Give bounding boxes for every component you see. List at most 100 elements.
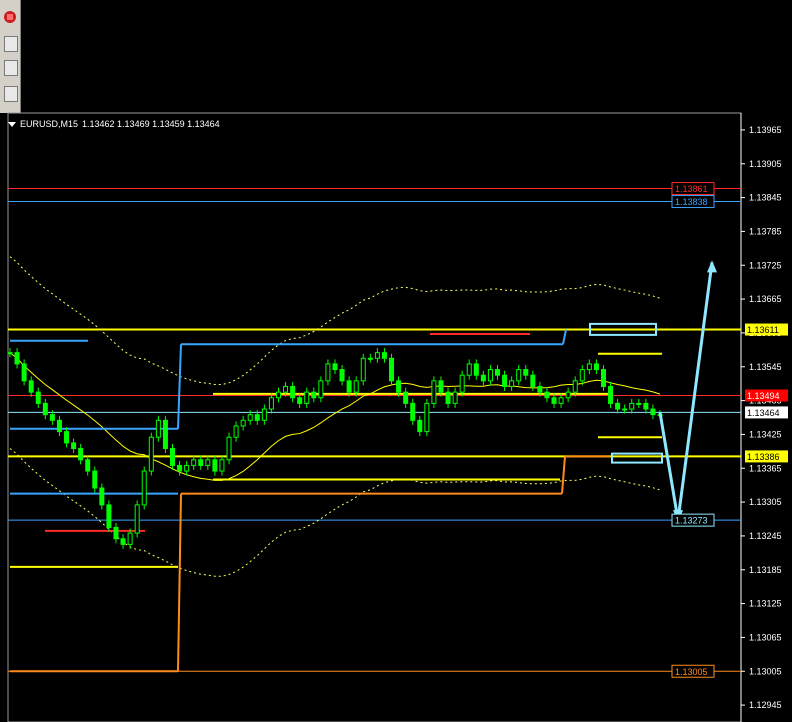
candle-body: [290, 385, 296, 399]
candle-body: [332, 363, 338, 371]
price-label-text: 1.13611: [747, 325, 779, 335]
candle-body: [586, 363, 592, 371]
candle-body: [325, 363, 331, 382]
tick-label: 1.13305: [749, 497, 782, 507]
candle-body: [184, 464, 190, 472]
candle-body: [318, 380, 324, 399]
candle-body: [360, 357, 366, 382]
candle-body: [600, 369, 606, 387]
plot-frame: [7, 112, 742, 722]
candle-body: [56, 419, 62, 433]
candle-body: [191, 459, 197, 466]
candle-body: [495, 369, 500, 376]
tick-label: 1.13725: [749, 260, 782, 270]
candle-body: [120, 538, 126, 545]
candle-body: [219, 459, 225, 472]
candle-body: [113, 526, 119, 540]
candle-body: [410, 402, 416, 421]
candle-body: [473, 363, 479, 376]
tick-label: 1.13545: [749, 362, 782, 372]
tick-label: 1.13965: [749, 125, 782, 135]
candle-body: [381, 352, 387, 359]
candle-body: [608, 385, 614, 404]
candle-body: [78, 448, 84, 461]
candle-body: [593, 363, 599, 371]
symbol-header: EURUSD,M15 1.13462 1.13469 1.13459 1.134…: [8, 117, 220, 131]
candle-body: [226, 436, 232, 461]
up-arrow-head: [707, 260, 717, 273]
projection-arrows: [658, 260, 717, 523]
up-arrow-line: [676, 262, 714, 521]
tick-label: 1.13125: [749, 599, 782, 609]
candle-body: [438, 380, 444, 393]
candle-body: [240, 419, 246, 427]
candle-body: [7, 352, 13, 355]
candle-body: [85, 459, 91, 472]
candle-body: [268, 397, 274, 410]
candle-body: [155, 419, 161, 438]
candle-body: [396, 380, 402, 393]
moving-averages: [9, 256, 661, 577]
candle-body: [14, 352, 20, 365]
candle-body: [353, 380, 359, 393]
candle-body: [636, 402, 642, 405]
candle-body: [141, 470, 147, 506]
orange-step-segment: [561, 456, 566, 494]
price-label-text: 1.13005: [675, 667, 708, 677]
candle-body: [424, 402, 430, 433]
tick-label: 1.13665: [749, 294, 782, 304]
candle-body: [275, 391, 281, 399]
candle-body: [346, 380, 352, 393]
candle-body: [177, 464, 183, 472]
candle-body: [445, 391, 451, 404]
tick-label: 1.13905: [749, 159, 782, 169]
candle-body: [615, 402, 621, 410]
candle-body: [544, 391, 550, 399]
candle-body: [297, 397, 303, 404]
candle-body: [261, 408, 267, 421]
price-label-text: 1.13386: [747, 452, 780, 462]
candle-body: [170, 448, 175, 466]
tick-label: 1.13785: [749, 226, 782, 236]
candle-body: [551, 397, 557, 404]
tick-label: 1.12945: [749, 700, 782, 710]
candle-body: [92, 470, 98, 489]
candle-body: [403, 391, 409, 404]
candle-body: [650, 408, 656, 416]
candle-body: [572, 380, 578, 393]
candle-body: [622, 408, 628, 411]
candle-body: [106, 504, 112, 528]
candle-body: [212, 459, 218, 472]
candle-body: [42, 402, 48, 416]
price-label-text: 1.13494: [747, 391, 780, 401]
candle-body: [21, 363, 27, 382]
candle-body: [530, 374, 536, 387]
horizontal-levels: [8, 188, 741, 672]
tick-label: 1.13065: [749, 632, 782, 642]
candle-body: [35, 391, 41, 404]
candle-body: [49, 414, 55, 421]
dropdown-arrow-icon[interactable]: [8, 121, 16, 127]
tick-label: 1.13005: [749, 666, 782, 676]
candle-body: [480, 374, 486, 382]
candle-body: [523, 369, 529, 376]
candle-body: [374, 352, 380, 359]
candle-body: [339, 369, 345, 382]
candle-body: [283, 385, 289, 393]
candle-body: [629, 402, 635, 410]
symbol-label: EURUSD,M15: [20, 119, 79, 129]
candle-body: [311, 391, 317, 399]
candle-body: [389, 357, 395, 382]
candle-body: [28, 380, 34, 393]
candle-body: [198, 459, 204, 466]
price-label-text: 1.13273: [675, 516, 708, 526]
blue-step-segment: [562, 329, 567, 345]
candle-body: [452, 391, 458, 404]
candle-body: [643, 402, 649, 410]
candle-body: [579, 369, 585, 382]
price-chart[interactable]: 1.13965 1.13905 1.13845 1.13785 1.13725 1.136…: [0, 0, 792, 722]
tick-label: 1.13425: [749, 429, 782, 439]
candle-body: [502, 374, 508, 387]
candle-body: [64, 431, 70, 444]
candle-body: [247, 414, 253, 421]
